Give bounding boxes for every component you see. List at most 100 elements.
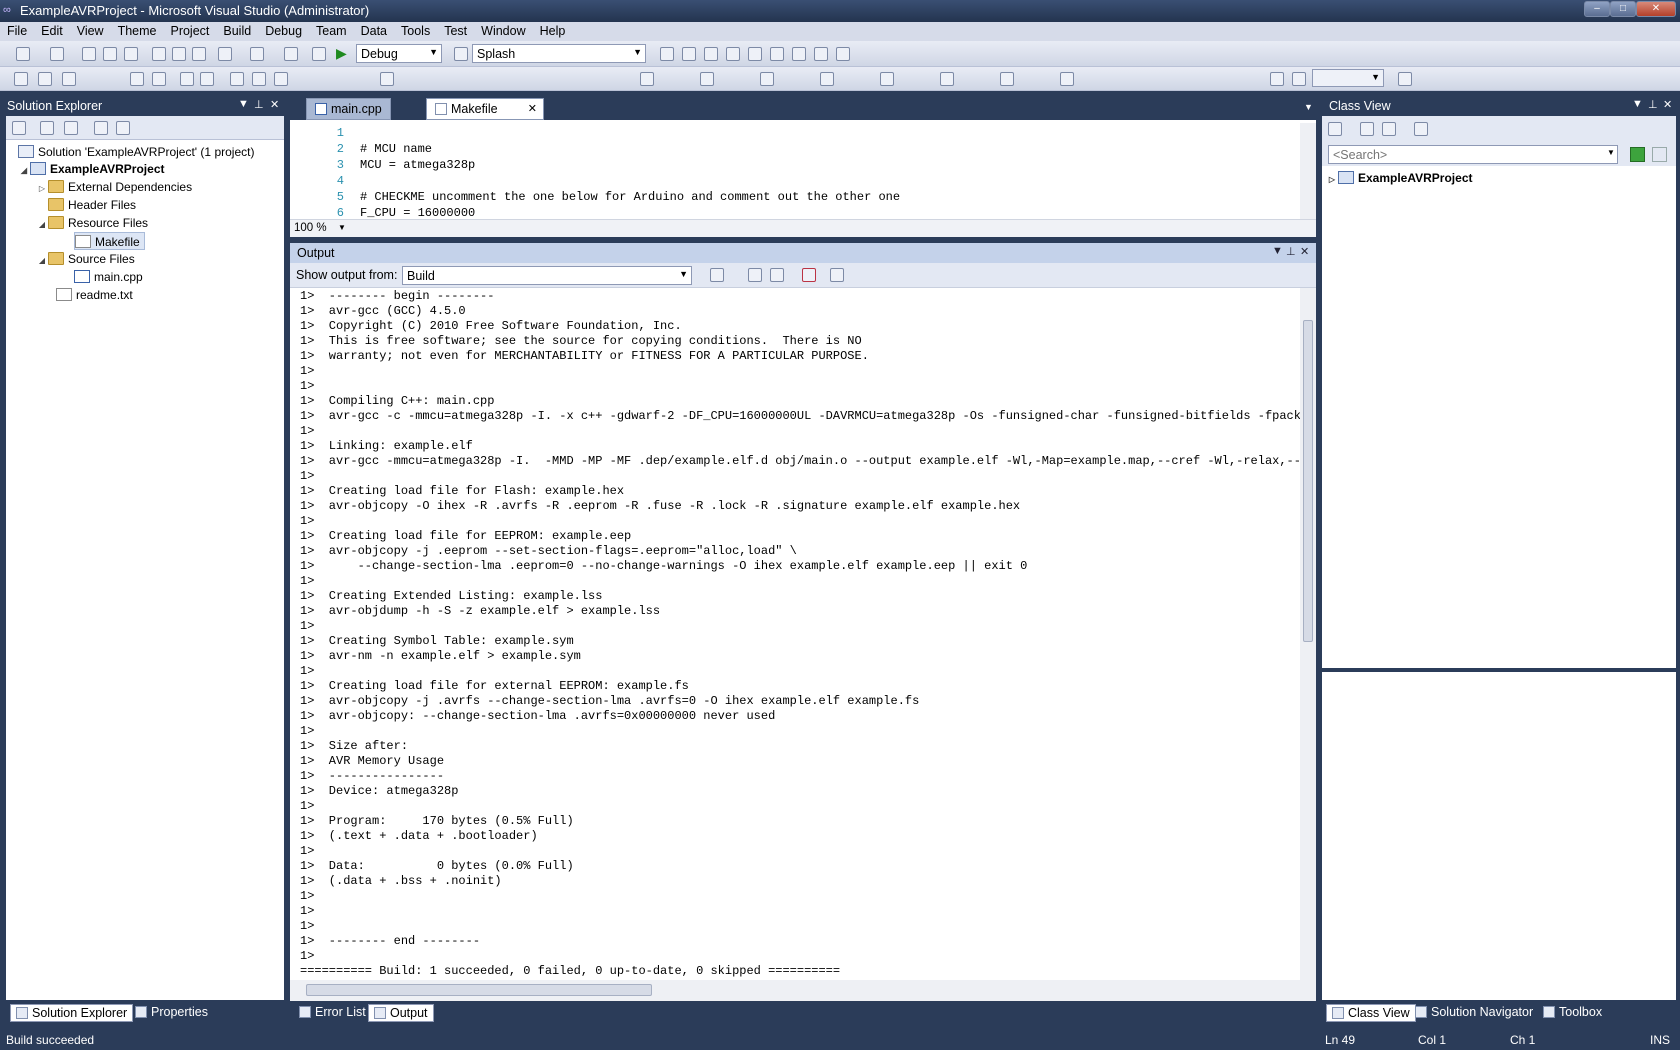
redo-icon[interactable] bbox=[250, 47, 264, 61]
close-icon[interactable]: ✕ bbox=[1663, 98, 1672, 111]
tree-source-files[interactable]: ◢ Source Files bbox=[36, 250, 135, 268]
add-item-icon[interactable] bbox=[50, 47, 64, 61]
bookmark-icon[interactable] bbox=[230, 72, 244, 86]
class-diagram-icon[interactable] bbox=[116, 121, 130, 135]
search-go-icon[interactable] bbox=[1630, 147, 1645, 162]
toolbox-icon[interactable] bbox=[726, 47, 740, 61]
menu-help[interactable]: Help bbox=[533, 22, 573, 41]
center-horizontally-icon[interactable] bbox=[880, 72, 894, 86]
expand-icon[interactable]: ▷ bbox=[1326, 171, 1338, 189]
forward-icon[interactable] bbox=[1382, 122, 1396, 136]
tab-output[interactable]: Output bbox=[368, 1004, 434, 1022]
chevron-down-icon[interactable]: ▼ bbox=[1607, 148, 1615, 157]
pin-icon[interactable]: ⊥ bbox=[254, 98, 264, 111]
output-horizontal-scrollbar[interactable] bbox=[290, 980, 1316, 1001]
navigate-forward-icon[interactable] bbox=[312, 47, 326, 61]
search-icon[interactable] bbox=[380, 72, 394, 86]
align-rights-icon[interactable] bbox=[62, 72, 76, 86]
close-icon[interactable]: ✕ bbox=[1300, 245, 1309, 258]
menu-team[interactable]: Team bbox=[309, 22, 354, 41]
new-folder-icon[interactable] bbox=[1328, 122, 1342, 136]
clear-search-icon[interactable] bbox=[1652, 147, 1667, 162]
class-view-search-input[interactable] bbox=[1328, 145, 1618, 164]
prev-bookmark-icon[interactable] bbox=[252, 72, 266, 86]
menu-build[interactable]: Build bbox=[216, 22, 258, 41]
save-all-icon[interactable] bbox=[124, 47, 138, 61]
tab-dropdown-icon[interactable]: ▼ bbox=[1304, 102, 1313, 112]
dropdown-arrow-icon[interactable]: ▼ bbox=[238, 98, 249, 110]
tab-solution-navigator[interactable]: Solution Navigator bbox=[1410, 1004, 1538, 1022]
tab-class-view[interactable]: Class View bbox=[1326, 1004, 1416, 1022]
undo-icon[interactable] bbox=[218, 47, 232, 61]
spacing-icon[interactable] bbox=[820, 72, 834, 86]
show-output-combo[interactable]: Build ▼ bbox=[402, 266, 692, 285]
align-tops-icon[interactable] bbox=[700, 72, 714, 86]
solution-configuration-combo[interactable]: Debug ▼ bbox=[356, 44, 442, 63]
scrollbar-thumb[interactable] bbox=[306, 984, 652, 996]
tree-header-files[interactable]: Header Files bbox=[48, 196, 136, 214]
menu-view[interactable]: View bbox=[70, 22, 111, 41]
scrollbar-thumb[interactable] bbox=[1303, 320, 1313, 642]
find-in-files-icon[interactable] bbox=[454, 47, 468, 61]
dropdown-arrow-icon[interactable]: ▼ bbox=[1632, 98, 1643, 110]
tree-readme[interactable]: readme.txt bbox=[56, 286, 133, 304]
menu-tools[interactable]: Tools bbox=[394, 22, 437, 41]
tab-properties[interactable]: Properties bbox=[130, 1004, 213, 1022]
extension-icon[interactable] bbox=[792, 47, 806, 61]
output-pane[interactable]: 1> -------- begin -------- 1> avr-gcc (GC… bbox=[290, 287, 1316, 1001]
copy-icon[interactable] bbox=[172, 47, 186, 61]
properties-icon[interactable] bbox=[12, 121, 26, 135]
back-icon[interactable] bbox=[1360, 122, 1374, 136]
tree-project[interactable]: ◢ ExampleAVRProject bbox=[18, 160, 165, 178]
menu-test[interactable]: Test bbox=[437, 22, 474, 41]
code-editor[interactable]: 1 2 # MCU name 3 MCU = atmega328p 4 5 # CHE… bbox=[290, 120, 1316, 237]
output-vertical-scrollbar[interactable] bbox=[1300, 288, 1316, 980]
layout-icon[interactable] bbox=[1398, 72, 1412, 86]
menu-window[interactable]: Window bbox=[474, 22, 532, 41]
find-combo[interactable]: Splash ▼ bbox=[472, 44, 646, 63]
close-button[interactable]: ✕ bbox=[1636, 1, 1676, 17]
zoom-out-icon[interactable] bbox=[1292, 72, 1306, 86]
expand-icon[interactable]: ▷ bbox=[36, 180, 48, 198]
collapse-icon[interactable]: ◢ bbox=[18, 162, 30, 180]
view-code-icon[interactable] bbox=[94, 121, 108, 135]
tree-solution[interactable]: Solution 'ExampleAVRProject' (1 project) bbox=[18, 143, 254, 161]
start-page-icon[interactable] bbox=[748, 47, 762, 61]
menu-theme[interactable]: Theme bbox=[111, 22, 164, 41]
align-lefts-icon[interactable] bbox=[14, 72, 28, 86]
menu-debug[interactable]: Debug bbox=[258, 22, 309, 41]
start-debugging-icon[interactable]: ▶ bbox=[336, 45, 347, 62]
open-file-icon[interactable] bbox=[82, 47, 96, 61]
prev-message-icon[interactable] bbox=[748, 268, 762, 282]
lock-controls-icon[interactable] bbox=[1060, 72, 1074, 86]
dropdown-arrow-icon[interactable]: ▼ bbox=[1272, 245, 1283, 257]
window-icon[interactable] bbox=[836, 47, 850, 61]
object-browser-icon[interactable] bbox=[704, 47, 718, 61]
tools-icon[interactable] bbox=[770, 47, 784, 61]
zoom-level[interactable]: 100 % bbox=[294, 222, 327, 234]
menu-edit[interactable]: Edit bbox=[34, 22, 70, 41]
settings-icon[interactable] bbox=[1414, 122, 1428, 136]
collapse-icon[interactable]: ◢ bbox=[36, 216, 48, 234]
tree-makefile[interactable]: Makefile bbox=[74, 232, 145, 250]
uncomment-icon[interactable] bbox=[200, 72, 214, 86]
tree-external-dependencies[interactable]: ▷ External Dependencies bbox=[36, 178, 192, 196]
pin-icon[interactable]: ⊥ bbox=[1648, 98, 1658, 111]
close-tab-icon[interactable]: ✕ bbox=[528, 102, 537, 115]
tab-toolbox[interactable]: Toolbox bbox=[1538, 1004, 1607, 1022]
next-bookmark-icon[interactable] bbox=[274, 72, 288, 86]
class-view-root[interactable]: ▷ ExampleAVRProject bbox=[1326, 169, 1473, 187]
zoom-combo[interactable]: ▼ bbox=[1312, 69, 1384, 87]
cut-icon[interactable] bbox=[152, 47, 166, 61]
refresh-icon[interactable] bbox=[64, 121, 78, 135]
comment-icon[interactable] bbox=[180, 72, 194, 86]
new-project-icon[interactable] bbox=[16, 47, 30, 61]
save-icon[interactable] bbox=[103, 47, 117, 61]
solution-explorer-icon[interactable] bbox=[660, 47, 674, 61]
tab-solution-explorer[interactable]: Solution Explorer bbox=[10, 1004, 134, 1022]
clear-all-icon[interactable] bbox=[802, 268, 816, 282]
size-to-grid-icon[interactable] bbox=[640, 72, 654, 86]
minimize-button[interactable]: – bbox=[1584, 1, 1610, 17]
menu-data[interactable]: Data bbox=[354, 22, 394, 41]
navigate-back-icon[interactable] bbox=[284, 47, 298, 61]
